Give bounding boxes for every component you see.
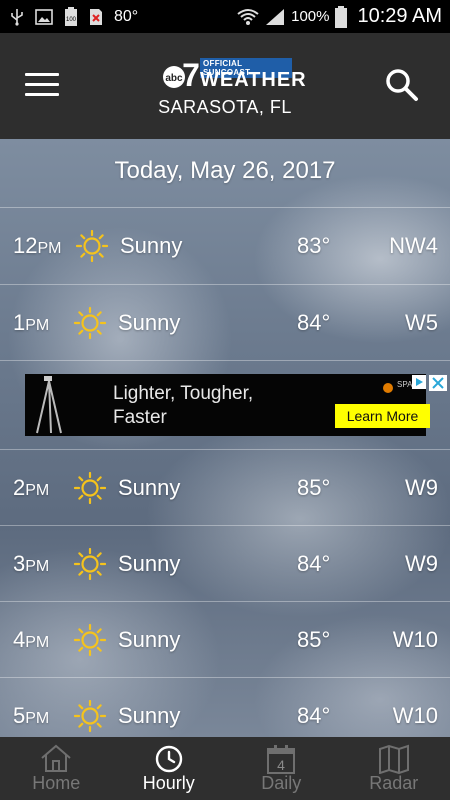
nav-daily-label: Daily (261, 773, 302, 793)
wind-text: W5 (405, 310, 438, 335)
hourly-row[interactable]: 5PM Sunny 84° W10 (0, 677, 450, 737)
condition-text: Sunny (118, 551, 181, 576)
temperature-text: 83° (297, 233, 331, 258)
ad-headline: Lighter, Tougher, Faster (113, 382, 253, 430)
abc7-weather-logo: abc 7 OFFICIAL SUNCOAST WEATHER (162, 53, 306, 95)
ad-close-icon[interactable] (429, 375, 447, 391)
menu-bar (25, 73, 59, 76)
hourly-row[interactable]: 4PM Sunny 85° W10 (0, 601, 450, 677)
hour-time: 3PM (13, 551, 50, 576)
bottom-nav: Home Hourly 4 Daily Radar (0, 737, 450, 800)
ad-learn-more-button[interactable]: Learn More (335, 404, 430, 428)
nav-home[interactable]: Home (0, 737, 113, 800)
search-button[interactable] (384, 67, 420, 103)
wind-text: W10 (392, 627, 438, 652)
hourly-row[interactable]: 3PM Sunny 84° W9 (0, 525, 450, 601)
temperature-text: 85° (297, 627, 331, 652)
battery-saver-icon: 100 (64, 6, 78, 27)
temperature-text: 85° (297, 475, 331, 500)
svg-text:4: 4 (277, 757, 285, 773)
status-temperature: 80° (114, 7, 139, 25)
sunny-icon (74, 472, 106, 504)
menu-bar (25, 93, 59, 96)
svg-text:abc: abc (165, 73, 183, 84)
home-icon (41, 744, 71, 772)
status-bar: 100 80° 100% 10:29 AM (0, 0, 450, 33)
hourly-row[interactable]: 12PM Sunny 83° NW4 (0, 207, 450, 283)
menu-button[interactable] (25, 73, 59, 99)
hour-time: 5PM (13, 703, 50, 728)
abc7-logo-mark: abc 7 (163, 57, 200, 93)
menu-bar (25, 83, 59, 86)
nav-daily[interactable]: 4 Daily (225, 737, 338, 800)
nav-hourly[interactable]: Hourly (113, 737, 226, 800)
ad-banner[interactable]: Lighter, Tougher, Faster SPA Learn More (25, 374, 447, 436)
svg-text:100: 100 (66, 17, 77, 23)
image-icon (35, 8, 53, 25)
temperature-text: 84° (297, 703, 331, 728)
ad-brand: SPA (397, 380, 413, 389)
adchoices-icon[interactable] (412, 375, 426, 389)
hourly-row[interactable]: 1PM Sunny 84° W5 (0, 284, 450, 360)
battery-icon (335, 5, 348, 28)
wind-text: W10 (392, 703, 438, 728)
hour-time: 2PM (13, 475, 50, 500)
date-title: Today, May 26, 2017 (114, 157, 336, 184)
ad-headline-line2: Faster (113, 407, 167, 428)
row-divider (0, 360, 450, 361)
sunny-icon (74, 624, 106, 656)
ad-headline-line1: Lighter, Tougher, (113, 383, 254, 404)
status-time: 10:29 AM (357, 5, 442, 27)
signal-icon (265, 8, 285, 26)
condition-text: Sunny (118, 627, 181, 652)
ad-brand-icon (383, 383, 393, 393)
map-icon (378, 744, 409, 774)
svg-text:7: 7 (182, 57, 200, 93)
condition-text: Sunny (118, 310, 181, 335)
sunny-icon (74, 548, 106, 580)
search-icon (386, 69, 418, 101)
nav-radar-label: Radar (369, 773, 419, 793)
sunny-icon (76, 230, 108, 262)
hour-time: 4PM (13, 627, 50, 652)
location-label: SARASOTA, FL (158, 97, 292, 117)
condition-text: Sunny (118, 703, 181, 728)
sunny-icon (74, 700, 106, 732)
temperature-text: 84° (297, 310, 331, 335)
hour-time: 12PM (13, 233, 62, 258)
hourly-row[interactable]: 2PM Sunny 85° W9 (0, 449, 450, 525)
nav-hourly-label: Hourly (142, 773, 195, 793)
temperature-text: 84° (297, 551, 331, 576)
wind-text: W9 (405, 551, 438, 576)
sunny-icon (74, 307, 106, 339)
nav-radar[interactable]: Radar (338, 737, 450, 800)
calendar-icon: 4 (267, 745, 296, 774)
no-sim-icon (89, 8, 103, 26)
usb-icon (10, 8, 24, 26)
logo-title: WEATHER (200, 69, 307, 91)
nav-home-label: Home (32, 773, 81, 793)
app-header: abc 7 OFFICIAL SUNCOAST WEATHER SARASOTA… (0, 33, 450, 139)
battery-percent: 100% (291, 8, 330, 25)
wind-text: W9 (405, 475, 438, 500)
wifi-icon (237, 8, 259, 26)
clock-icon (155, 745, 182, 773)
ad-product-image (36, 376, 62, 434)
condition-text: Sunny (120, 233, 183, 258)
wind-text: NW4 (389, 233, 438, 258)
hour-time: 1PM (13, 310, 50, 335)
condition-text: Sunny (118, 475, 181, 500)
